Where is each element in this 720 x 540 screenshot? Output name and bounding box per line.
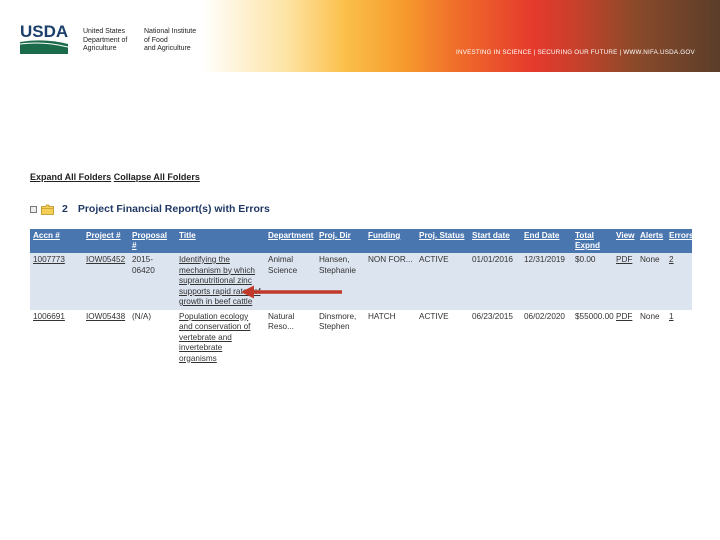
status-cell: ACTIVE [416, 309, 469, 366]
view-pdf-link[interactable]: PDF [613, 309, 637, 366]
agency-usda: United States Department of Agriculture [83, 28, 128, 52]
collapse-all-folders-link[interactable]: Collapse All Folders [114, 172, 200, 182]
end-date-cell: 06/02/2020 [521, 309, 572, 366]
agency-nifa: National Institute of Food and Agricultu… [144, 28, 197, 52]
alerts-cell: None [637, 253, 666, 310]
column-header-proj-dir[interactable]: Proj. Dir [316, 229, 365, 253]
column-header-proj-status[interactable]: Proj. Status [416, 229, 469, 253]
collapse-toggle-icon[interactable] [30, 205, 37, 213]
table-row: 1007773 IOW05452 2015-06420 Identifying … [30, 253, 692, 310]
column-header-proposal[interactable]: Proposal # [129, 229, 176, 253]
tagline: INVESTING IN SCIENCE | SECURING OUR FUTU… [456, 49, 695, 56]
table-header-row: Accn # Project # Proposal # Title Depart… [30, 229, 694, 253]
funding-cell: NON FOR... [365, 253, 416, 310]
column-header-end-date[interactable]: End Date [521, 229, 572, 253]
report-title: Project Financial Report(s) with Errors [77, 203, 270, 215]
department-cell: Animal Science [265, 253, 316, 310]
folder-icon[interactable] [41, 204, 54, 215]
report-count: 2 [62, 203, 68, 215]
alerts-cell: None [637, 309, 666, 366]
header-banner: USDA United States Department of Agricul… [0, 0, 720, 72]
accn-link[interactable]: 1006691 [30, 309, 83, 366]
director-cell: Dinsmore, Stephen [316, 309, 365, 366]
annotation-arrow-icon [241, 285, 342, 299]
folder-controls: Expand All Folders Collapse All Folders [30, 172, 200, 182]
column-header-view[interactable]: View [613, 229, 637, 253]
report-folder-header: 2 Project Financial Report(s) with Error… [30, 203, 270, 215]
errors-link[interactable]: 2 [666, 253, 692, 310]
funding-cell: HATCH [365, 309, 416, 366]
start-date-cell: 01/01/2016 [469, 253, 521, 310]
errors-link[interactable]: 1 [666, 309, 692, 366]
column-header-total-expnd[interactable]: Total Expnd [572, 229, 613, 253]
column-header-alerts[interactable]: Alerts [637, 229, 666, 253]
status-cell: ACTIVE [416, 253, 469, 310]
column-header-errors[interactable]: Errors [666, 229, 694, 253]
proposal-cell: 2015-06420 [129, 253, 176, 310]
report-table: Accn # Project # Proposal # Title Depart… [30, 229, 694, 366]
column-header-department[interactable]: Department [265, 229, 316, 253]
title-link[interactable]: Population ecology and conservation of v… [176, 309, 265, 366]
usda-logo: USDA [20, 22, 68, 54]
project-link[interactable]: IOW05438 [83, 309, 129, 366]
column-header-project[interactable]: Project # [83, 229, 129, 253]
column-header-title[interactable]: Title [176, 229, 265, 253]
accn-link[interactable]: 1007773 [30, 253, 83, 310]
expand-all-folders-link[interactable]: Expand All Folders [30, 172, 111, 182]
department-cell: Natural Reso... [265, 309, 316, 366]
start-date-cell: 06/23/2015 [469, 309, 521, 366]
project-link[interactable]: IOW05452 [83, 253, 129, 310]
logo-text: USDA [20, 22, 68, 41]
title-link[interactable]: Identifying the mechanism by which supra… [176, 253, 265, 310]
proposal-cell: (N/A) [129, 309, 176, 366]
end-date-cell: 12/31/2019 [521, 253, 572, 310]
column-header-funding[interactable]: Funding [365, 229, 416, 253]
director-cell: Hansen, Stephanie [316, 253, 365, 310]
column-header-start-date[interactable]: Start date [469, 229, 521, 253]
table-row: 1006691 IOW05438 (N/A) Population ecolog… [30, 309, 692, 366]
total-expend-cell: $55000.00 [572, 309, 614, 366]
view-pdf-link[interactable]: PDF [613, 253, 637, 310]
total-expend-cell: $0.00 [572, 253, 613, 310]
column-header-accn[interactable]: Accn # [30, 229, 83, 253]
